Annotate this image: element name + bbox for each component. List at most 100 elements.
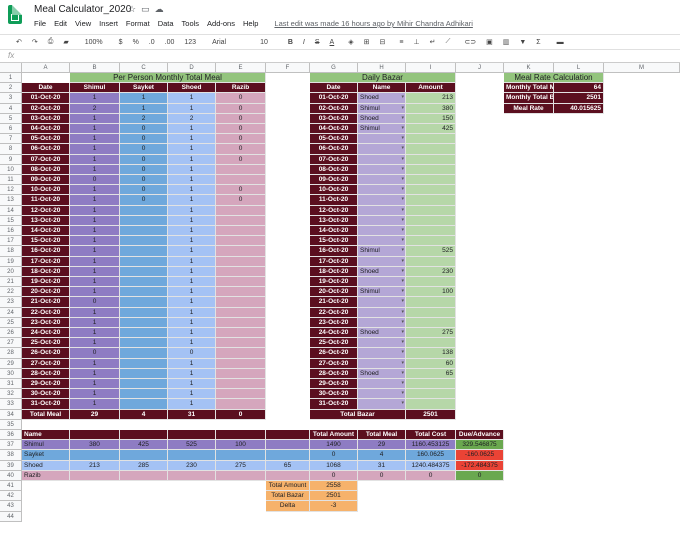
filter-icon[interactable]: ▼ [519,39,526,46]
increase-decimal-button[interactable]: .00 [165,39,175,46]
summary-value-cell[interactable]: 1160.453125 [406,440,456,451]
meal-count-cell[interactable]: 1 [70,205,120,216]
row-header[interactable]: 32 [0,389,22,400]
input-tools-icon[interactable]: ▬ [557,39,564,46]
row-header[interactable]: 37 [0,440,22,451]
bazar-date-cell[interactable]: 02-Oct-20 [310,103,358,114]
bazar-header-name[interactable]: Name [358,83,406,94]
meal-count-cell[interactable]: 1 [168,379,216,390]
summary-header-cell[interactable] [216,430,266,441]
meal-count-cell[interactable]: 1 [120,103,168,114]
summary-value-cell[interactable]: 160.0625 [406,450,456,461]
row-header[interactable]: 8 [0,144,22,155]
meal-count-cell[interactable] [120,317,168,328]
bazar-date-cell[interactable]: 12-Oct-20 [310,205,358,216]
dropdown-arrow-icon[interactable]: ▾ [401,236,404,245]
bazar-name-dropdown[interactable]: ▾ [358,205,406,216]
meal-date-cell[interactable]: 10-Oct-20 [22,185,70,196]
summary-value-cell[interactable]: 0 [310,450,358,461]
summary-header-cell[interactable]: Total Meal [358,430,406,441]
meal-date-cell[interactable]: 06-Oct-20 [22,144,70,155]
functions-icon[interactable]: Σ [536,39,540,46]
meal-count-cell[interactable] [216,338,266,349]
summary-name-cell[interactable]: Razib [22,470,70,481]
meal-count-cell[interactable]: 1 [70,338,120,349]
bazar-amount-cell[interactable]: 380 [406,103,456,114]
rate-label-cell[interactable]: Monthly Total Meal [504,83,554,94]
last-edit-link[interactable]: Last edit was made 16 hours ago by Mihir… [274,19,472,28]
row-header[interactable]: 24 [0,307,22,318]
meal-count-cell[interactable]: 1 [168,328,216,339]
merge-cells-icon[interactable]: ⊟ [379,38,385,46]
bazar-amount-cell[interactable]: 425 [406,124,456,135]
meal-count-cell[interactable] [216,164,266,175]
bazar-name-dropdown[interactable]: ▾ [358,348,406,359]
rate-value-cell[interactable]: 2501 [554,93,604,104]
summary-value-cell[interactable]: 31 [358,460,406,471]
meal-date-cell[interactable]: 26-Oct-20 [22,348,70,359]
summary-name-cell[interactable]: Shoed [22,460,70,471]
summary-value-cell[interactable]: 1068 [310,460,358,471]
row-header[interactable]: 7 [0,134,22,145]
dropdown-arrow-icon[interactable]: ▾ [401,328,404,337]
bazar-date-cell[interactable]: 05-Oct-20 [310,134,358,145]
meal-count-cell[interactable]: 0 [216,195,266,206]
bazar-date-cell[interactable]: 28-Oct-20 [310,368,358,379]
summary-header-cell[interactable]: Total Cost [406,430,456,441]
bazar-date-cell[interactable]: 11-Oct-20 [310,195,358,206]
summary-value-cell[interactable]: 0 [406,470,456,481]
meal-count-cell[interactable] [216,399,266,410]
bazar-amount-cell[interactable] [406,389,456,400]
bazar-name-dropdown[interactable]: Shimul ▾ [358,103,406,114]
meal-total-cell[interactable]: Total Meal [22,409,70,420]
bazar-amount-cell[interactable] [406,205,456,216]
bazar-amount-cell[interactable] [406,195,456,206]
summary-value-cell[interactable] [120,470,168,481]
meal-count-cell[interactable] [216,348,266,359]
meal-count-cell[interactable]: 2 [120,113,168,124]
dropdown-arrow-icon[interactable]: ▾ [401,195,404,204]
fill-color-icon[interactable]: ◈ [348,38,353,46]
column-header-h[interactable]: H [358,63,406,73]
summary-value-cell[interactable] [266,440,310,451]
meal-count-cell[interactable] [120,348,168,359]
meal-count-cell[interactable]: 1 [168,103,216,114]
meal-count-cell[interactable] [120,287,168,298]
dropdown-arrow-icon[interactable]: ▾ [401,134,404,143]
bazar-name-dropdown[interactable]: ▾ [358,297,406,308]
bazar-date-cell[interactable]: 30-Oct-20 [310,389,358,400]
bazar-name-dropdown[interactable]: ▾ [358,399,406,410]
meal-header-shimul[interactable]: Shimul [70,83,120,94]
meal-count-cell[interactable]: 1 [70,164,120,175]
text-color-icon[interactable]: A [330,39,335,46]
bazar-date-cell[interactable]: 06-Oct-20 [310,144,358,155]
summary-header-cell[interactable] [70,430,120,441]
summary-value-cell[interactable]: 230 [168,460,216,471]
insert-link-icon[interactable]: ⊂⊃ [464,38,476,46]
bazar-amount-cell[interactable] [406,134,456,145]
meal-count-cell[interactable] [120,338,168,349]
meal-count-cell[interactable]: 1 [168,175,216,186]
bazar-name-dropdown[interactable]: ▾ [358,307,406,318]
meal-count-cell[interactable] [216,358,266,369]
summary-value-cell[interactable] [266,470,310,481]
rate-label-cell[interactable]: Meal Rate [504,103,554,114]
dropdown-arrow-icon[interactable]: ▾ [401,277,404,286]
meal-count-cell[interactable]: 1 [70,328,120,339]
meal-count-cell[interactable]: 1 [70,144,120,155]
meal-count-cell[interactable]: 1 [168,124,216,135]
meal-count-cell[interactable]: 1 [168,144,216,155]
dropdown-arrow-icon[interactable]: ▾ [401,226,404,235]
dropdown-arrow-icon[interactable]: ▾ [401,318,404,327]
summary-value-cell[interactable]: 1490 [310,440,358,451]
meal-count-cell[interactable]: 1 [168,368,216,379]
summary-value-cell[interactable]: 285 [120,460,168,471]
bazar-date-cell[interactable]: 16-Oct-20 [310,246,358,257]
meal-count-cell[interactable]: 1 [168,205,216,216]
row-header[interactable]: 38 [0,450,22,461]
meal-date-cell[interactable]: 04-Oct-20 [22,124,70,135]
column-header-a[interactable]: A [22,63,70,73]
italic-icon[interactable]: I [303,39,305,46]
document-title[interactable]: Meal Calculator_2020 [34,4,131,15]
check-label-cell[interactable]: Total Amount [266,481,310,492]
